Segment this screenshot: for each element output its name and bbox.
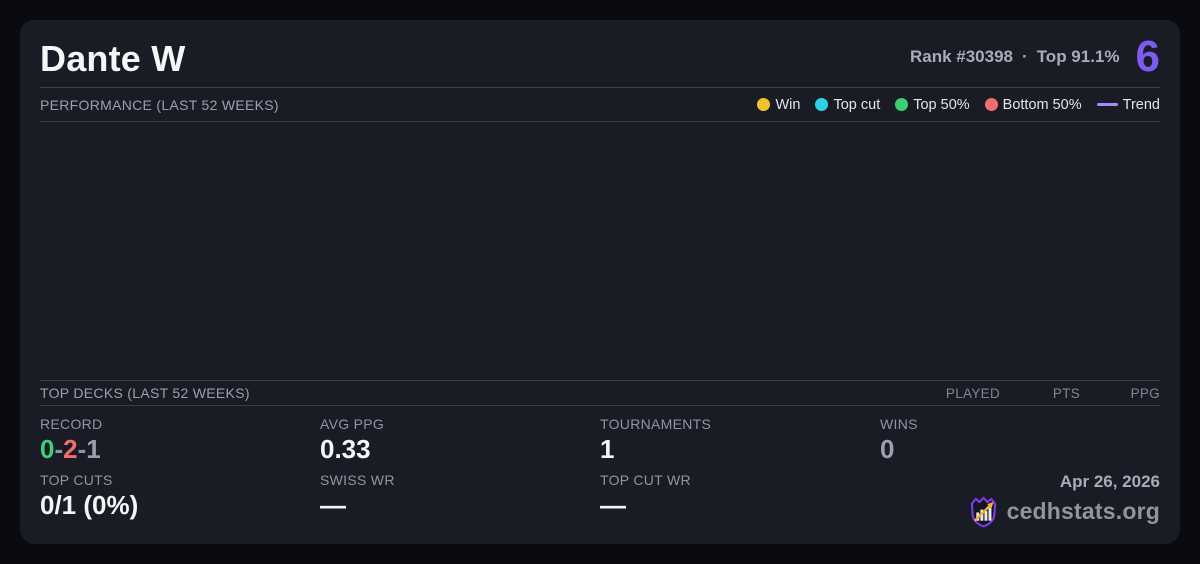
stat-top-cuts: TOP CUTS 0/1 (0%) [40,472,320,528]
legend-label: Top 50% [913,97,969,113]
score-value: 6 [1136,37,1160,77]
column-header-pts: PTS [1000,386,1080,401]
legend-label: Win [775,97,800,113]
legend-label: Bottom 50% [1003,97,1082,113]
trend-line-icon [1097,103,1118,106]
stat-label: TOURNAMENTS [600,416,880,432]
brand-name: cedhstats.org [1007,498,1160,525]
brand-row: cedhstats.org [968,495,1160,528]
player-name: Dante W [40,36,185,81]
stat-tournaments: TOURNAMENTS 1 [600,416,880,464]
cedhstats-shield-logo-icon [968,495,999,528]
rank-separator: · [1022,47,1028,67]
top-50-dot-icon [895,98,908,111]
performance-chart-area [40,122,1160,380]
column-header-ppg: PPG [1080,386,1160,401]
stat-record: RECORD 0-2-1 [40,416,320,464]
card-header: Dante W Rank #30398 · Top 91.1% 6 [40,20,1160,81]
top-cut-dot-icon [815,98,828,111]
stat-wins: WINS 0 [880,416,1160,464]
legend-item-top-50: Top 50% [895,97,969,113]
card-footer: Apr 26, 2026 cedhstats.org [880,472,1160,528]
stat-label: TOP CUT WR [600,472,880,488]
stat-label: RECORD [40,416,320,432]
stat-avg-ppg: AVG PPG 0.33 [320,416,600,464]
wins-value: 0 [880,435,1160,464]
top-percent-label: Top 91.1% [1037,47,1120,67]
performance-header-row: PERFORMANCE (LAST 52 WEEKS) Win Top cut … [40,88,1160,121]
record-separator: - [78,434,87,464]
topdecks-header-row: TOP DECKS (LAST 52 WEEKS) PLAYED PTS PPG [40,381,1160,405]
rank-info: Rank #30398 · Top 91.1% [910,47,1120,67]
header-right: Rank #30398 · Top 91.1% 6 [910,37,1160,81]
record-losses: 2 [63,434,77,464]
rank-label: Rank #30398 [910,47,1013,67]
tournaments-value: 1 [600,435,880,464]
stat-label: AVG PPG [320,416,600,432]
stat-label: TOP CUTS [40,472,320,488]
record-draws: 1 [86,434,100,464]
stats-grid: RECORD 0-2-1 AVG PPG 0.33 TOURNAMENTS 1 … [40,406,1160,544]
top-cuts-value: 0/1 (0%) [40,491,320,520]
bottom-50-dot-icon [985,98,998,111]
top-cut-wr-value: — [600,491,880,520]
legend-item-win: Win [757,97,800,113]
win-dot-icon [757,98,770,111]
player-stats-card: Dante W Rank #30398 · Top 91.1% 6 PERFOR… [20,20,1180,544]
record-value: 0-2-1 [40,435,320,464]
generated-date: Apr 26, 2026 [1060,472,1160,492]
performance-title: PERFORMANCE (LAST 52 WEEKS) [40,97,279,113]
chart-legend: Win Top cut Top 50% Bottom 50% Trend [757,97,1160,113]
topdecks-title: TOP DECKS (LAST 52 WEEKS) [40,385,250,401]
topdecks-column-headers: PLAYED PTS PPG [920,386,1160,401]
column-header-played: PLAYED [920,386,1000,401]
stat-label: SWISS WR [320,472,600,488]
legend-label: Trend [1123,97,1160,113]
legend-item-top-cut: Top cut [815,97,880,113]
record-wins: 0 [40,434,54,464]
legend-item-trend: Trend [1097,97,1160,113]
stat-top-cut-wr: TOP CUT WR — [600,472,880,528]
legend-label: Top cut [833,97,880,113]
record-separator: - [54,434,63,464]
stat-label: WINS [880,416,1160,432]
avg-ppg-value: 0.33 [320,435,600,464]
swiss-wr-value: — [320,491,600,520]
stat-swiss-wr: SWISS WR — [320,472,600,528]
legend-item-bottom-50: Bottom 50% [985,97,1082,113]
